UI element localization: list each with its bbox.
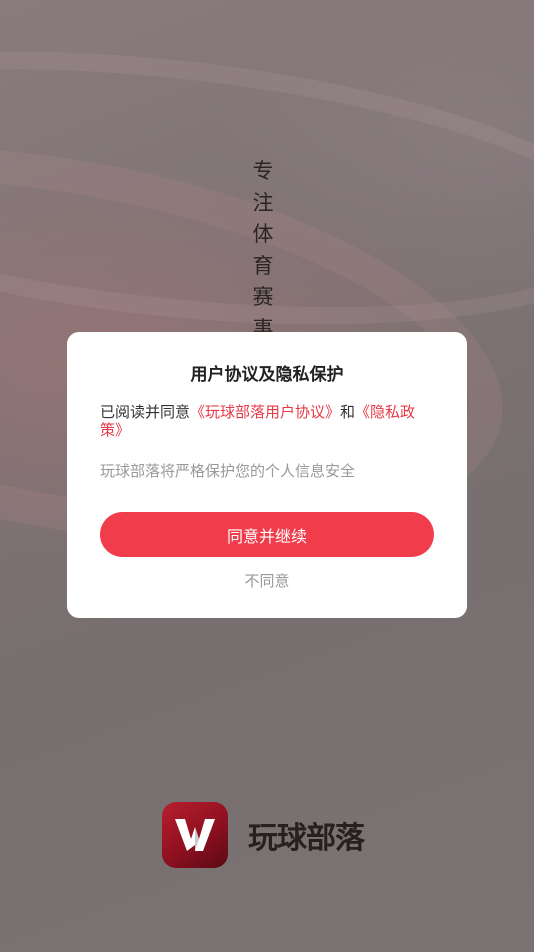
agree-continue-button[interactable]: 同意并继续	[100, 512, 434, 557]
brand-lockup: 玩球部落	[162, 802, 365, 868]
agreement-prefix: 已阅读并同意	[100, 404, 191, 421]
disagree-button[interactable]: 不同意	[67, 570, 467, 591]
slogan-vertical: 专 注 体 育 赛 事	[248, 156, 278, 345]
slogan-char: 育	[252, 253, 274, 278]
user-agreement-link[interactable]: 《玩球部落用户协议》	[190, 404, 340, 421]
slogan-char: 专	[252, 159, 274, 183]
slogan-char: 体	[252, 222, 274, 246]
brand-w-logo-icon	[162, 802, 228, 868]
dialog-title: 用户协议及隐私保护	[190, 365, 344, 384]
brand-name: 玩球部落	[248, 821, 365, 856]
privacy-info-text: 玩球部落将严格保护您的个人信息安全	[100, 463, 356, 480]
agreement-text: 已阅读并同意《玩球部落用户协议》和《隐私政策》	[100, 404, 437, 440]
agreement-conjunction: 和	[340, 404, 356, 421]
slogan-char: 赛	[252, 285, 274, 309]
privacy-dialog: 用户协议及隐私保护 已阅读并同意《玩球部落用户协议》和《隐私政策》 玩球部落将严…	[67, 332, 467, 618]
slogan-char: 注	[252, 190, 274, 215]
